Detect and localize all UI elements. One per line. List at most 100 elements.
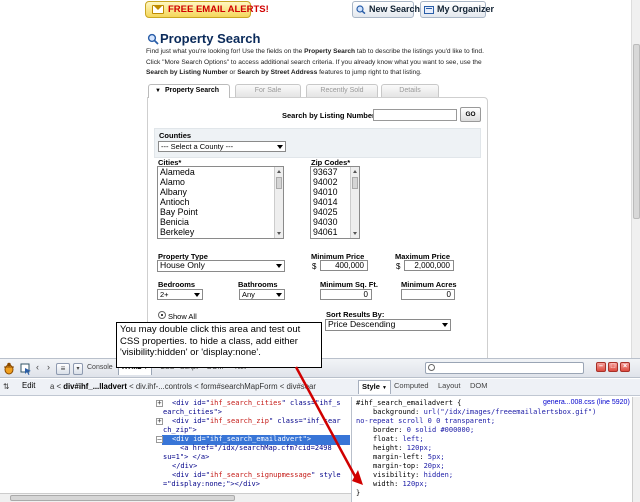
style-pane[interactable]: #ihf_search_emailadvert { genera...008.c… (353, 397, 640, 502)
firebug-search-input[interactable] (425, 362, 584, 374)
tab-for-sale[interactable]: For Sale (235, 84, 301, 97)
breadcrumb-item-active[interactable]: div#ihf_...lladvert (63, 382, 127, 391)
inspect-icon[interactable] (20, 363, 32, 375)
scroll-thumb[interactable] (276, 177, 282, 189)
my-organizer-button[interactable]: My Organizer (420, 1, 494, 18)
city-option[interactable]: Alameda (158, 167, 283, 177)
html-tree-line[interactable]: <a href="/idx/searchMap.cfm?cid=2498 (180, 444, 332, 453)
expand-node-icon[interactable]: + (156, 400, 163, 407)
css-declaration[interactable]: background: url("/idx/images/freeemailal… (373, 408, 596, 417)
css-declaration[interactable]: width: 120px; (373, 480, 428, 489)
html-tag-text: <div id="ihf_search_emailadvert"> (172, 435, 312, 443)
css-declaration[interactable]: } (356, 489, 360, 498)
tab-style[interactable]: Style ▼ (358, 380, 391, 394)
html-tree-line[interactable]: ch_zip"> (163, 426, 197, 435)
tab-side-dom[interactable]: DOM (470, 381, 488, 390)
cities-listbox[interactable]: Alameda Alamo Albany Antioch Bay Point Benici… (157, 166, 284, 239)
free-email-alerts-button[interactable]: FREE EMAIL ALERTS! (145, 1, 269, 18)
tab-property-search[interactable]: ▼ Property Search (148, 84, 230, 98)
breadcrumb-item[interactable]: div#sear (287, 382, 316, 391)
css-declaration[interactable]: border: 0 solid #000000; (373, 426, 474, 435)
close-icon[interactable]: × (620, 362, 630, 372)
css-text: } (356, 489, 361, 497)
page-scroll-thumb[interactable] (633, 44, 640, 219)
min-acres-input[interactable]: 0 (401, 289, 455, 300)
html-tree-line[interactable]: <div id="ihf_search_emailadvert"> (172, 435, 311, 444)
breadcrumb-item[interactable]: a (50, 382, 54, 391)
property-type-select[interactable]: House Only (157, 260, 285, 272)
tab-computed[interactable]: Computed (394, 381, 429, 390)
city-option[interactable]: Albany (158, 187, 283, 197)
minimize-icon[interactable]: – (596, 362, 606, 372)
listing-number-input[interactable] (373, 109, 457, 121)
county-select-value: --- Select a County --- (161, 142, 234, 151)
html-tree-pane[interactable]: <div id="ihf_search_cities" class="ihf_s… (0, 397, 352, 502)
detach-icon[interactable]: □ (608, 362, 618, 372)
css-value: url("/idx/images/freeemailalertsbox.gif"… (419, 408, 597, 416)
page-scrollbar[interactable] (631, 0, 640, 358)
css-declaration[interactable]: visibility: hidden; (373, 471, 453, 480)
tab-console[interactable]: Console (87, 364, 113, 371)
tab-recently-sold[interactable]: Recently Sold (306, 84, 378, 97)
firebug-bug-icon[interactable] (2, 362, 16, 375)
css-declaration[interactable]: no-repeat scroll 0 0 transparent; (356, 417, 495, 426)
bedrooms-select[interactable]: 2+ (157, 289, 203, 300)
expand-node-icon[interactable]: + (156, 418, 163, 425)
html-tree-line[interactable]: earch_cities"> (163, 408, 222, 417)
html-scroll-thumb[interactable] (10, 495, 235, 501)
tab-layout[interactable]: Layout (438, 381, 461, 390)
scroll-down-icon (277, 232, 281, 235)
html-tree-line[interactable]: <div id="ihf_search_cities" class="ihf_s (172, 399, 341, 408)
tab-property-search-label: Property Search (164, 87, 220, 94)
city-option[interactable]: Antioch (158, 197, 283, 207)
search-icon (428, 364, 435, 371)
node-arrows-icon[interactable]: ⇅ (3, 382, 10, 391)
edit-button[interactable]: Edit (22, 381, 35, 390)
zip-codes-listbox[interactable]: 93637 94002 94010 94014 94025 94030 94061 (310, 166, 360, 239)
css-rule-selector[interactable]: #ihf_search_emailadvert { (356, 399, 461, 408)
show-all-radio[interactable] (158, 311, 166, 319)
tab-details[interactable]: Details (381, 84, 439, 97)
html-tree-line[interactable]: ="display:none;"></div> (163, 480, 260, 489)
intro-bold-3: Search by Street Address (237, 69, 318, 76)
forward-arrow-icon[interactable]: › (47, 362, 50, 372)
css-declaration[interactable]: height: 120px; (373, 444, 432, 453)
style-scrollbar[interactable] (632, 397, 640, 502)
new-search-button[interactable]: New Search (352, 1, 420, 18)
city-option[interactable]: Alamo (158, 177, 283, 187)
css-source-link[interactable]: genera...008.css (line 5920) (543, 399, 630, 406)
max-price-input[interactable]: 2,000,000 (404, 260, 454, 271)
scroll-thumb[interactable] (352, 177, 358, 189)
tab-recently-sold-label: Recently Sold (320, 87, 364, 94)
city-option[interactable]: Berkeley (158, 227, 283, 237)
min-sqft-input[interactable]: 0 (320, 289, 372, 300)
dropdown-arrow-icon (276, 264, 282, 268)
css-declaration[interactable]: float: left; (373, 435, 424, 444)
css-property: background: (373, 408, 420, 416)
css-declaration[interactable]: margin-top: 20px; (373, 462, 445, 471)
dropdown-icon[interactable]: ▾ (73, 363, 83, 375)
back-arrow-icon[interactable]: ‹ (36, 362, 39, 372)
html-tree-line[interactable]: <div id="ihf_search_signupmessage" style (172, 471, 341, 480)
html-tag-text: <a href="/idx/searchMap.cfm?cid=2498 (180, 444, 332, 452)
menu-icon[interactable]: ≡ (56, 363, 70, 375)
dropdown-arrow-icon (194, 293, 200, 297)
html-tree-line[interactable]: </div> (172, 462, 197, 471)
breadcrumb-item[interactable]: form#searchMapForm (201, 382, 278, 391)
html-tree-line[interactable]: su=1"> </a> (163, 453, 209, 462)
collapse-node-icon[interactable]: – (156, 436, 163, 443)
css-declaration[interactable]: margin-left: 5px; (373, 453, 445, 462)
go-button[interactable]: GO (460, 107, 481, 122)
min-price-input[interactable]: 400,000 (320, 260, 368, 271)
html-tree-line[interactable]: <div id="ihf_search_zip" class="ihf_sear (172, 417, 341, 426)
bathrooms-select[interactable]: Any (239, 289, 285, 300)
cities-scrollbar[interactable] (274, 167, 283, 238)
city-option[interactable]: Benicia (158, 217, 283, 227)
breadcrumb-item[interactable]: div.ihf-...controls (136, 382, 192, 391)
html-horizontal-scrollbar[interactable] (0, 493, 351, 502)
city-option[interactable]: Bay Point (158, 207, 283, 217)
county-select[interactable]: --- Select a County --- (158, 141, 286, 152)
sort-results-select[interactable]: Price Descending (325, 319, 451, 331)
zip-scrollbar[interactable] (350, 167, 359, 238)
intro-text-1: Find just what you're looking for! Use t… (146, 48, 305, 55)
